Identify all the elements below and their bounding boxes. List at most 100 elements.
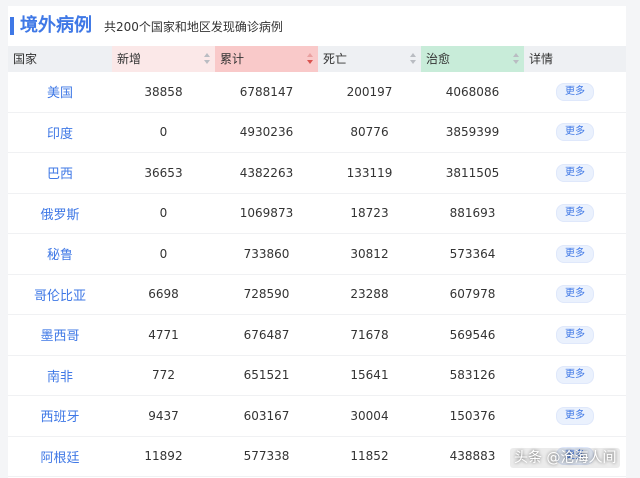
country-link[interactable]: 俄罗斯 bbox=[8, 204, 112, 223]
new-cases-cell: 38858 bbox=[144, 84, 183, 99]
deaths-cell: 15641 bbox=[350, 368, 389, 383]
panel-header: 境外病例 共200个国家和地区发现确诊病例 bbox=[8, 6, 626, 44]
country-link[interactable]: 美国 bbox=[8, 82, 112, 101]
new-cases-cell: 0 bbox=[159, 206, 168, 221]
detail-cell: 更多 bbox=[524, 285, 626, 304]
new-cases-cell: 0 bbox=[159, 246, 168, 261]
cured-cell: 4068086 bbox=[445, 84, 500, 99]
new-cases-cell: 36653 bbox=[144, 165, 183, 180]
new-cases-cell: 4771 bbox=[148, 327, 179, 342]
total-cases-cell: 4382263 bbox=[239, 165, 294, 180]
table-row: 美国 38858 6788147 200197 4068086 更多 bbox=[8, 72, 626, 113]
sort-icon[interactable] bbox=[410, 53, 416, 65]
new-cases-cell: 11892 bbox=[144, 449, 183, 464]
new-cases-cell: 772 bbox=[152, 368, 175, 383]
epidemic-panel: 境外病例 共200个国家和地区发现确诊病例 国家 新增 累计 死亡 治愈 详情 … bbox=[8, 6, 626, 478]
sort-icon[interactable] bbox=[204, 53, 210, 65]
more-button[interactable]: 更多 bbox=[556, 123, 594, 142]
more-button[interactable]: 更多 bbox=[556, 366, 594, 385]
cured-cell: 881693 bbox=[449, 206, 496, 221]
table-row: 巴西 36653 4382263 133119 3811505 更多 bbox=[8, 153, 626, 194]
total-cases-cell: 1069873 bbox=[239, 206, 294, 221]
detail-cell: 更多 bbox=[524, 163, 626, 182]
deaths-cell: 71678 bbox=[350, 327, 389, 342]
column-header-new[interactable]: 新增 bbox=[112, 46, 215, 72]
deaths-cell: 11852 bbox=[350, 449, 389, 464]
deaths-cell: 23288 bbox=[350, 287, 389, 302]
cured-cell: 150376 bbox=[449, 408, 496, 423]
country-link[interactable]: 南非 bbox=[8, 366, 112, 385]
more-button[interactable]: 更多 bbox=[556, 325, 594, 344]
more-button[interactable]: 更多 bbox=[556, 204, 594, 223]
total-cases-cell: 733860 bbox=[243, 246, 290, 261]
cured-cell: 438883 bbox=[449, 449, 496, 464]
detail-cell: 更多 bbox=[524, 366, 626, 385]
country-link[interactable]: 哥伦比亚 bbox=[8, 285, 112, 304]
column-header-total[interactable]: 累计 bbox=[215, 46, 318, 72]
deaths-cell: 18723 bbox=[350, 206, 389, 221]
column-header-detail: 详情 bbox=[524, 46, 626, 72]
column-header-label: 死亡 bbox=[323, 52, 348, 66]
table-row: 印度 0 4930236 80776 3859399 更多 bbox=[8, 113, 626, 153]
table-body: 美国 38858 6788147 200197 4068086 更多 印度 0 … bbox=[8, 72, 626, 477]
table-row: 南非 772 651521 15641 583126 更多 bbox=[8, 356, 626, 396]
country-link[interactable]: 巴西 bbox=[8, 163, 112, 182]
deaths-cell: 80776 bbox=[350, 125, 389, 140]
cured-cell: 573364 bbox=[449, 246, 496, 261]
more-button[interactable]: 更多 bbox=[556, 285, 594, 304]
more-button[interactable]: 更多 bbox=[556, 163, 594, 182]
total-cases-cell: 728590 bbox=[243, 287, 290, 302]
table-header: 国家 新增 累计 死亡 治愈 详情 bbox=[8, 46, 626, 72]
column-header-label: 详情 bbox=[529, 52, 554, 66]
cured-cell: 3811505 bbox=[445, 165, 500, 180]
deaths-cell: 200197 bbox=[346, 84, 393, 99]
cured-cell: 583126 bbox=[449, 368, 496, 383]
table-row: 墨西哥 4771 676487 71678 569546 更多 bbox=[8, 315, 626, 356]
deaths-cell: 30004 bbox=[350, 408, 389, 423]
new-cases-cell: 0 bbox=[159, 125, 168, 140]
column-header-label: 国家 bbox=[13, 52, 38, 66]
country-link[interactable]: 秘鲁 bbox=[8, 244, 112, 263]
more-button[interactable]: 更多 bbox=[556, 82, 594, 101]
total-cases-cell: 676487 bbox=[243, 327, 290, 342]
more-button[interactable]: 更多 bbox=[556, 244, 594, 263]
column-header-country: 国家 bbox=[8, 46, 112, 72]
total-cases-cell: 6788147 bbox=[239, 84, 294, 99]
table-row: 秘鲁 0 733860 30812 573364 更多 bbox=[8, 234, 626, 275]
cured-cell: 3859399 bbox=[445, 125, 500, 140]
column-header-dead[interactable]: 死亡 bbox=[318, 46, 421, 72]
page-title: 境外病例 bbox=[20, 15, 92, 36]
country-link[interactable]: 阿根廷 bbox=[8, 447, 112, 466]
deaths-cell: 133119 bbox=[346, 165, 393, 180]
table-row: 俄罗斯 0 1069873 18723 881693 更多 bbox=[8, 194, 626, 234]
table-row: 哥伦比亚 6698 728590 23288 607978 更多 bbox=[8, 275, 626, 315]
page-subtitle: 共200个国家和地区发现确诊病例 bbox=[104, 20, 283, 34]
cured-cell: 569546 bbox=[449, 327, 496, 342]
cured-cell: 607978 bbox=[449, 287, 496, 302]
sort-icon[interactable] bbox=[513, 53, 519, 65]
total-cases-cell: 603167 bbox=[243, 408, 290, 423]
column-header-label: 治愈 bbox=[426, 52, 451, 66]
detail-cell: 更多 bbox=[524, 325, 626, 344]
table-row: 西班牙 9437 603167 30004 150376 更多 bbox=[8, 396, 626, 437]
deaths-cell: 30812 bbox=[350, 246, 389, 261]
more-button[interactable]: 更多 bbox=[556, 406, 594, 425]
country-link[interactable]: 印度 bbox=[8, 123, 112, 142]
country-link[interactable]: 西班牙 bbox=[8, 406, 112, 425]
detail-cell: 更多 bbox=[524, 82, 626, 101]
title-accent-bar bbox=[10, 17, 14, 35]
new-cases-cell: 6698 bbox=[148, 287, 179, 302]
new-cases-cell: 9437 bbox=[148, 408, 179, 423]
column-header-cured[interactable]: 治愈 bbox=[421, 46, 524, 72]
detail-cell: 更多 bbox=[524, 244, 626, 263]
detail-cell: 更多 bbox=[524, 123, 626, 142]
detail-cell: 更多 bbox=[524, 406, 626, 425]
column-header-label: 新增 bbox=[117, 52, 142, 66]
total-cases-cell: 4930236 bbox=[239, 125, 294, 140]
detail-cell: 更多 bbox=[524, 204, 626, 223]
sort-icon[interactable] bbox=[307, 53, 313, 65]
total-cases-cell: 651521 bbox=[243, 368, 290, 383]
total-cases-cell: 577338 bbox=[243, 449, 290, 464]
country-link[interactable]: 墨西哥 bbox=[8, 325, 112, 344]
column-header-label: 累计 bbox=[220, 52, 245, 66]
